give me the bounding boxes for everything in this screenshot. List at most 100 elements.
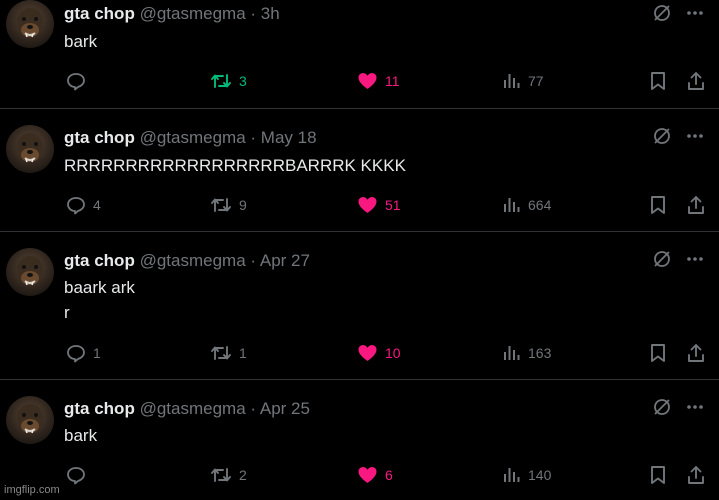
timestamp[interactable]: Apr 27	[260, 251, 310, 270]
analytics-icon	[504, 346, 520, 360]
retweet-button[interactable]: 9	[210, 194, 247, 216]
more-options-icon[interactable]	[685, 3, 705, 28]
share-icon	[688, 196, 704, 214]
bookmark-button[interactable]	[649, 342, 667, 364]
like-count: 6	[385, 467, 393, 483]
avatar[interactable]	[6, 0, 54, 48]
like-count: 51	[385, 197, 401, 213]
analytics-icon	[504, 198, 520, 212]
grok-icon[interactable]	[652, 397, 672, 422]
display-name[interactable]: gta chop	[64, 4, 135, 23]
timestamp[interactable]: 3h	[261, 4, 280, 23]
retweet-icon	[211, 74, 231, 88]
like-button[interactable]: 10	[357, 342, 401, 364]
separator-dot: ·	[250, 4, 257, 23]
share-button[interactable]	[686, 342, 706, 364]
avatar[interactable]	[6, 248, 54, 296]
view-count: 163	[528, 345, 552, 361]
display-name[interactable]: gta chop	[64, 128, 135, 147]
like-count: 11	[385, 73, 400, 89]
tweet[interactable]: gta chop @gtasmegma · Apr 27 baark ark r…	[0, 232, 719, 380]
tweet-text: baark ark r	[64, 278, 135, 322]
bookmark-icon	[651, 466, 665, 484]
share-button[interactable]	[686, 194, 706, 216]
bookmark-icon	[651, 72, 665, 90]
reply-button[interactable]	[66, 70, 93, 92]
like-button[interactable]: 11	[357, 70, 400, 92]
views-button[interactable]: 140	[503, 464, 551, 486]
user-handle[interactable]: @gtasmegma	[140, 399, 246, 418]
tweet-header: gta chop @gtasmegma · May 18	[64, 128, 317, 148]
share-icon	[688, 344, 704, 362]
retweet-button[interactable]: 3	[210, 70, 247, 92]
separator-dot: ·	[250, 128, 257, 147]
more-options-icon[interactable]	[685, 249, 705, 274]
display-name[interactable]: gta chop	[64, 251, 135, 270]
user-handle[interactable]: @gtasmegma	[140, 4, 246, 23]
view-count: 664	[528, 197, 552, 213]
retweet-icon	[211, 468, 231, 482]
share-button[interactable]	[686, 70, 706, 92]
grok-icon[interactable]	[652, 3, 672, 28]
heart-filled-icon	[358, 345, 377, 361]
avatar[interactable]	[6, 396, 54, 444]
view-count: 140	[528, 467, 552, 483]
heart-filled-icon	[358, 197, 377, 213]
avatar[interactable]	[6, 125, 54, 173]
reply-icon	[67, 345, 85, 363]
more-options-icon[interactable]	[685, 397, 705, 422]
grok-icon[interactable]	[652, 126, 672, 151]
retweet-button[interactable]: 2	[210, 464, 247, 486]
retweet-icon	[211, 346, 231, 360]
tweet-text: RRRRRRRRRRRRRRRRRRBARRRK KKKK	[64, 156, 406, 175]
reply-icon	[67, 467, 85, 485]
view-count: 77	[528, 73, 544, 89]
retweet-count: 9	[239, 197, 247, 213]
tweet[interactable]: gta chop @gtasmegma · 3h bark 3 11 77	[0, 0, 719, 109]
share-icon	[688, 466, 704, 484]
share-button[interactable]	[686, 464, 706, 486]
retweet-count: 1	[239, 345, 247, 361]
retweet-count: 3	[239, 73, 247, 89]
grok-icon[interactable]	[652, 249, 672, 274]
views-button[interactable]: 664	[503, 194, 551, 216]
like-count: 10	[385, 345, 401, 361]
user-handle[interactable]: @gtasmegma	[140, 251, 246, 270]
tweet-text: bark	[64, 426, 98, 445]
retweet-count: 2	[239, 467, 247, 483]
more-options-icon[interactable]	[685, 126, 705, 151]
bookmark-button[interactable]	[649, 464, 667, 486]
like-button[interactable]: 51	[357, 194, 401, 216]
reply-button[interactable]	[66, 464, 93, 486]
share-icon	[688, 72, 704, 90]
reply-icon	[67, 197, 85, 215]
watermark: imgflip.com	[4, 484, 60, 496]
tweet[interactable]: gta chop @gtasmegma · May 18 RRRRRRRRRRR…	[0, 109, 719, 232]
display-name[interactable]: gta chop	[64, 399, 135, 418]
bookmark-icon	[651, 344, 665, 362]
reply-icon	[67, 73, 85, 91]
bookmark-button[interactable]	[649, 70, 667, 92]
like-button[interactable]: 6	[357, 464, 393, 486]
separator-dot: ·	[250, 251, 257, 270]
tweet-text: bark	[64, 32, 98, 51]
reply-count: 4	[93, 197, 101, 213]
analytics-icon	[504, 74, 520, 88]
views-button[interactable]: 77	[503, 70, 544, 92]
tweet[interactable]: gta chop @gtasmegma · Apr 25 bark 2 6 14…	[0, 380, 719, 500]
timestamp[interactable]: Apr 25	[260, 399, 310, 418]
reply-button[interactable]: 1	[66, 342, 101, 364]
tweet-header: gta chop @gtasmegma · 3h	[64, 4, 280, 24]
reply-button[interactable]: 4	[66, 194, 101, 216]
retweet-button[interactable]: 1	[210, 342, 247, 364]
analytics-icon	[504, 468, 520, 482]
heart-filled-icon	[358, 467, 377, 483]
retweet-icon	[211, 198, 231, 212]
user-handle[interactable]: @gtasmegma	[140, 128, 246, 147]
separator-dot: ·	[250, 399, 257, 418]
reply-count: 1	[93, 345, 101, 361]
bookmark-button[interactable]	[649, 194, 667, 216]
views-button[interactable]: 163	[503, 342, 551, 364]
timestamp[interactable]: May 18	[261, 128, 317, 147]
tweet-header: gta chop @gtasmegma · Apr 27	[64, 251, 310, 271]
